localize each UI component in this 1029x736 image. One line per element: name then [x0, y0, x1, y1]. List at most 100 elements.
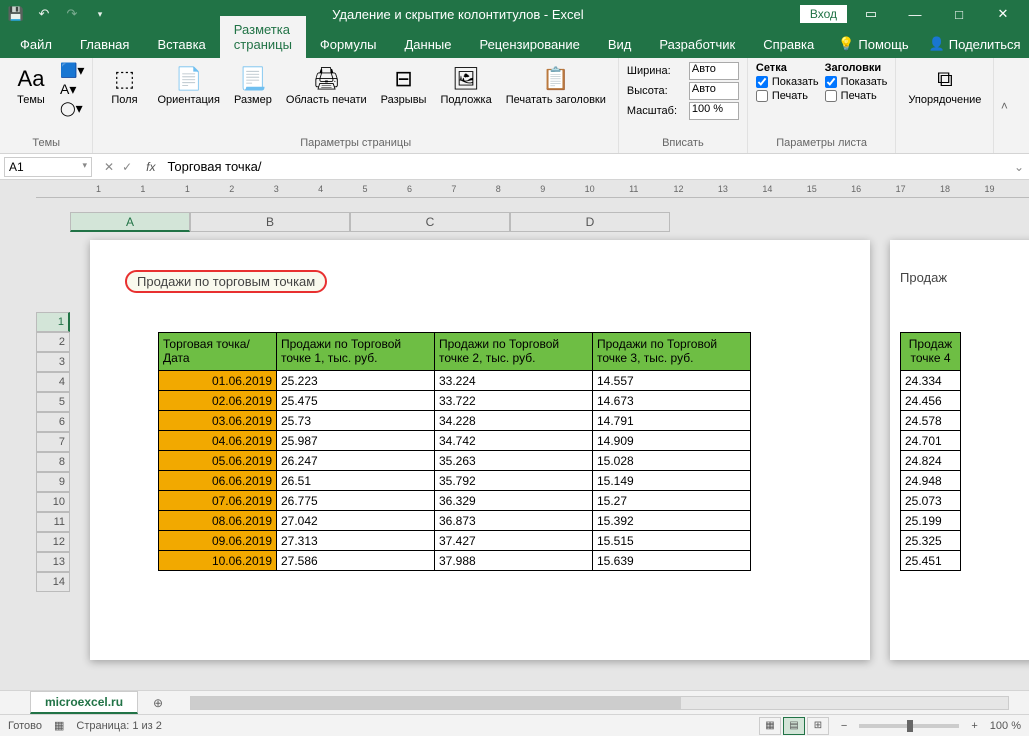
row-header[interactable]: 10: [36, 492, 70, 512]
expand-formula-icon[interactable]: ⌄: [1009, 160, 1029, 174]
row-header[interactable]: 4: [36, 372, 70, 392]
fx-icon[interactable]: fx: [140, 160, 161, 174]
tab-page-layout[interactable]: Разметка страницы: [220, 16, 306, 58]
table-cell[interactable]: 24.824: [901, 451, 961, 471]
row-header[interactable]: 1: [36, 312, 70, 332]
undo-icon[interactable]: ↶: [34, 4, 54, 24]
table-cell[interactable]: 25.451: [901, 551, 961, 571]
tab-help[interactable]: Справка: [749, 31, 828, 58]
table-cell[interactable]: 05.06.2019: [159, 451, 277, 471]
page-layout-view-button[interactable]: ▤: [783, 717, 805, 735]
print-area-button[interactable]: 🖨Область печати: [282, 62, 371, 108]
headings-view-checkbox[interactable]: [825, 76, 837, 88]
background-button[interactable]: 🖼Подложка: [436, 62, 495, 108]
table-cell[interactable]: 14.791: [593, 411, 751, 431]
table-cell[interactable]: 26.775: [277, 491, 435, 511]
table-header[interactable]: Продажи по Торговой точке 2, тыс. руб.: [435, 333, 593, 371]
fonts-icon[interactable]: A▾: [60, 81, 84, 98]
column-header[interactable]: D: [510, 212, 670, 232]
row-header[interactable]: 5: [36, 392, 70, 412]
tab-data[interactable]: Данные: [391, 31, 466, 58]
row-header[interactable]: 13: [36, 552, 70, 572]
table-cell[interactable]: 34.742: [435, 431, 593, 451]
table-cell[interactable]: 15.515: [593, 531, 751, 551]
table-cell[interactable]: 10.06.2019: [159, 551, 277, 571]
table-cell[interactable]: 37.988: [435, 551, 593, 571]
tab-formulas[interactable]: Формулы: [306, 31, 391, 58]
close-button[interactable]: ✕: [983, 0, 1023, 28]
zoom-level[interactable]: 100 %: [990, 720, 1021, 732]
ribbon-display-icon[interactable]: ▭: [851, 0, 891, 28]
table-cell[interactable]: 24.456: [901, 391, 961, 411]
table-cell[interactable]: 02.06.2019: [159, 391, 277, 411]
table-cell[interactable]: 27.313: [277, 531, 435, 551]
colors-icon[interactable]: 🟦▾: [60, 62, 84, 79]
table-cell[interactable]: 26.51: [277, 471, 435, 491]
table-cell[interactable]: 09.06.2019: [159, 531, 277, 551]
table-cell[interactable]: 01.06.2019: [159, 371, 277, 391]
arrange-button[interactable]: ⧉Упорядочение: [904, 62, 985, 108]
height-select[interactable]: Авто: [689, 82, 739, 100]
table-cell[interactable]: 08.06.2019: [159, 511, 277, 531]
table-cell[interactable]: 27.586: [277, 551, 435, 571]
page-break-view-button[interactable]: ⊞: [807, 717, 829, 735]
table-cell[interactable]: 25.73: [277, 411, 435, 431]
column-header[interactable]: B: [190, 212, 350, 232]
table-cell[interactable]: 06.06.2019: [159, 471, 277, 491]
table-cell[interactable]: 24.578: [901, 411, 961, 431]
header-text-highlighted[interactable]: Продажи по торговым точкам: [125, 270, 327, 293]
horizontal-scrollbar[interactable]: [190, 696, 1009, 710]
table-cell[interactable]: 35.792: [435, 471, 593, 491]
table-cell[interactable]: 33.224: [435, 371, 593, 391]
tell-me-button[interactable]: 💡Помощь: [828, 30, 918, 58]
table-cell[interactable]: 25.223: [277, 371, 435, 391]
table-cell[interactable]: 27.042: [277, 511, 435, 531]
tab-view[interactable]: Вид: [594, 31, 646, 58]
margins-button[interactable]: ⬚Поля: [101, 62, 147, 108]
table-cell[interactable]: 34.228: [435, 411, 593, 431]
row-header[interactable]: 7: [36, 432, 70, 452]
table-cell[interactable]: 25.325: [901, 531, 961, 551]
table-cell[interactable]: 35.263: [435, 451, 593, 471]
table-cell[interactable]: 36.873: [435, 511, 593, 531]
login-button[interactable]: Вход: [800, 5, 847, 23]
effects-icon[interactable]: ◯▾: [60, 100, 84, 117]
table-header[interactable]: Продажи по Торговой точке 1, тыс. руб.: [277, 333, 435, 371]
table-cell[interactable]: 07.06.2019: [159, 491, 277, 511]
table-header[interactable]: Торговая точка/ Дата: [159, 333, 277, 371]
maximize-button[interactable]: □: [939, 0, 979, 28]
table-header[interactable]: Продажи по Торговой точке 3, тыс. руб.: [593, 333, 751, 371]
themes-button[interactable]: Aa Темы: [8, 62, 54, 108]
cancel-icon[interactable]: ✕: [104, 160, 114, 174]
table-cell[interactable]: 15.27: [593, 491, 751, 511]
orientation-button[interactable]: 📄Ориентация: [153, 62, 223, 108]
table-cell[interactable]: 15.028: [593, 451, 751, 471]
table-cell[interactable]: 25.987: [277, 431, 435, 451]
print-titles-button[interactable]: 📋Печатать заголовки: [502, 62, 610, 108]
row-header[interactable]: 12: [36, 532, 70, 552]
table-cell[interactable]: 24.334: [901, 371, 961, 391]
row-header[interactable]: 11: [36, 512, 70, 532]
zoom-slider[interactable]: [859, 724, 959, 728]
column-header[interactable]: C: [350, 212, 510, 232]
normal-view-button[interactable]: ▦: [759, 717, 781, 735]
table-cell[interactable]: 37.427: [435, 531, 593, 551]
new-sheet-button[interactable]: ⊕: [146, 691, 170, 715]
zoom-out-button[interactable]: −: [841, 720, 847, 732]
table-cell[interactable]: 14.909: [593, 431, 751, 451]
table-cell[interactable]: 25.475: [277, 391, 435, 411]
collapse-ribbon-icon[interactable]: ˄: [994, 58, 1014, 153]
row-header[interactable]: 3: [36, 352, 70, 372]
size-button[interactable]: 📃Размер: [230, 62, 276, 108]
table-cell[interactable]: 15.639: [593, 551, 751, 571]
width-select[interactable]: Авто: [689, 62, 739, 80]
page2-header[interactable]: Продаж: [890, 240, 1029, 297]
name-box[interactable]: A1: [4, 157, 92, 177]
table-cell[interactable]: 24.701: [901, 431, 961, 451]
table-cell[interactable]: 26.247: [277, 451, 435, 471]
table-cell[interactable]: 33.722: [435, 391, 593, 411]
table-cell[interactable]: 04.06.2019: [159, 431, 277, 451]
table-cell[interactable]: 15.392: [593, 511, 751, 531]
table-cell[interactable]: 25.199: [901, 511, 961, 531]
row-header[interactable]: 6: [36, 412, 70, 432]
